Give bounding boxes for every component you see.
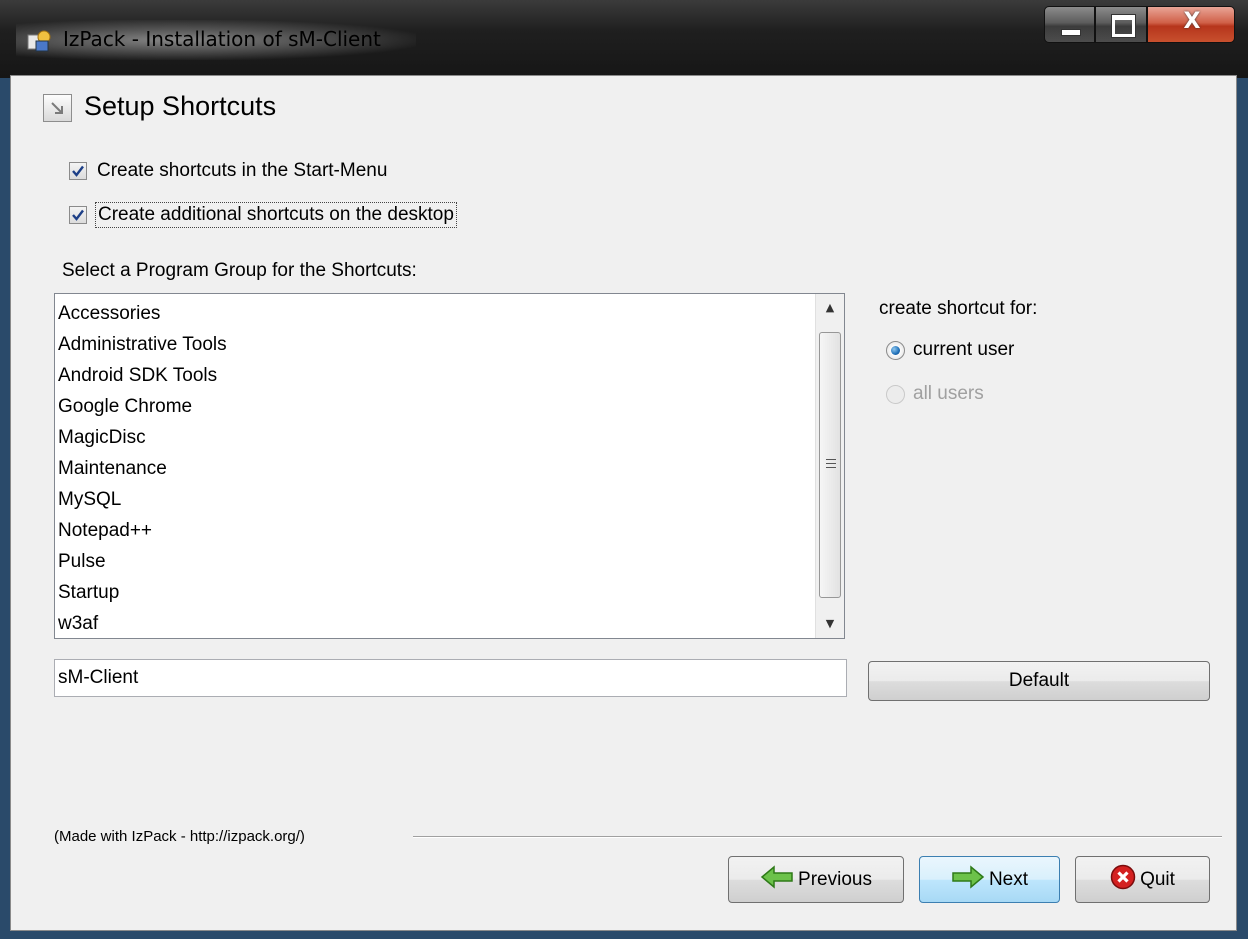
close-button[interactable]: X (1147, 6, 1235, 43)
window-controls: X (1044, 6, 1235, 43)
minimize-button[interactable] (1044, 6, 1095, 43)
current-user-radio[interactable] (886, 340, 905, 360)
arrow-left-icon (760, 864, 794, 895)
izpack-credit: (Made with IzPack - http://izpack.org/) (54, 828, 305, 845)
next-button[interactable]: Next (919, 856, 1060, 903)
izpack-app-icon (26, 29, 54, 53)
list-item[interactable]: Accessories (57, 298, 813, 329)
footer-divider (413, 836, 1222, 838)
current-user-option[interactable]: current user (886, 338, 1014, 362)
program-group-list[interactable]: Accessories Administrative Tools Android… (54, 293, 845, 639)
shortcut-arrow-icon (43, 94, 72, 122)
scrollbar-thumb[interactable] (819, 332, 841, 598)
current-user-label[interactable]: current user (913, 339, 1014, 361)
next-button-label: Next (988, 868, 1029, 890)
title-bar[interactable]: IzPack - Installation of sM-Client X (0, 0, 1248, 78)
start-menu-shortcuts-option[interactable]: Create shortcuts in the Start-Menu (69, 159, 389, 183)
all-users-option: all users (886, 382, 984, 406)
start-menu-checkbox-label[interactable]: Create shortcuts in the Start-Menu (95, 159, 389, 183)
list-item[interactable]: MagicDisc (57, 422, 813, 453)
close-icon: X (1183, 9, 1201, 34)
program-group-name-field[interactable] (54, 659, 847, 697)
list-item[interactable]: Pulse (57, 546, 813, 577)
installer-window: IzPack - Installation of sM-Client X Set… (0, 0, 1248, 939)
minimize-icon (1061, 29, 1081, 36)
desktop-shortcuts-option[interactable]: Create additional shortcuts on the deskt… (69, 202, 457, 228)
list-item[interactable]: MySQL (57, 484, 813, 515)
arrow-right-icon (951, 864, 985, 895)
previous-button[interactable]: Previous (728, 856, 904, 903)
maximize-button[interactable] (1095, 6, 1147, 43)
scrollbar-grip-icon (826, 459, 836, 470)
installer-panel: Setup Shortcuts Create shortcuts in the … (10, 75, 1237, 931)
list-item[interactable]: Google Chrome (57, 391, 813, 422)
all-users-label: all users (913, 383, 984, 404)
default-button[interactable]: Default (868, 661, 1210, 701)
list-item[interactable]: Maintenance (57, 453, 813, 484)
scroll-down-arrow-icon[interactable]: ▼ (816, 610, 844, 638)
desktop-checkbox-label[interactable]: Create additional shortcuts on the deskt… (95, 202, 457, 228)
checkmark-icon (72, 209, 84, 221)
all-users-radio (886, 384, 905, 404)
scroll-up-arrow-icon[interactable]: ▲ (816, 294, 844, 322)
list-item[interactable]: Android SDK Tools (57, 360, 813, 391)
quit-button-label: Quit (1140, 868, 1175, 890)
start-menu-checkbox[interactable] (69, 162, 87, 180)
window-title: IzPack - Installation of sM-Client (63, 27, 381, 51)
list-item[interactable]: w3af (57, 608, 813, 638)
stop-x-icon (1110, 864, 1136, 896)
maximize-icon (1111, 14, 1136, 38)
list-item[interactable]: Administrative Tools (57, 329, 813, 360)
list-item[interactable]: Startup (57, 577, 813, 608)
quit-button[interactable]: Quit (1075, 856, 1210, 903)
shortcut-for-label: create shortcut for: (879, 298, 1038, 319)
checkmark-icon (72, 165, 84, 177)
list-item[interactable]: Notepad++ (57, 515, 813, 546)
program-group-items: Accessories Administrative Tools Android… (57, 298, 813, 638)
page-title: Setup Shortcuts (84, 91, 277, 121)
list-scrollbar[interactable]: ▲ ▼ (815, 294, 844, 638)
desktop-checkbox[interactable] (69, 206, 87, 224)
previous-button-label: Previous (798, 868, 872, 890)
program-group-label: Select a Program Group for the Shortcuts… (62, 260, 417, 281)
